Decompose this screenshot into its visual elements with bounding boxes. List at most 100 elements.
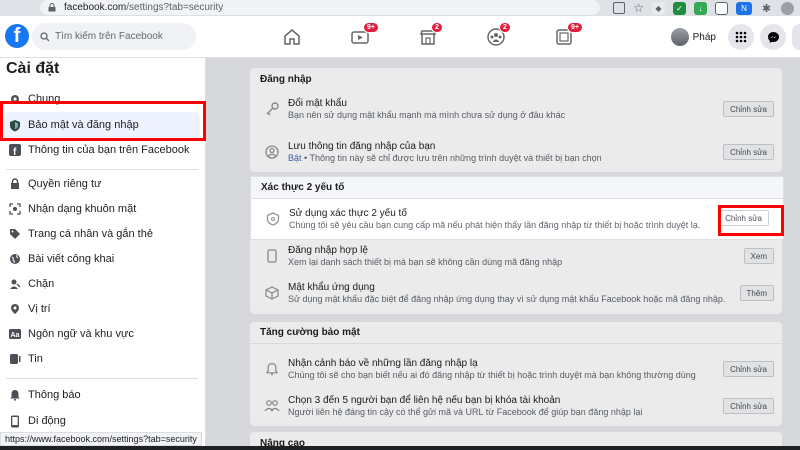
url-path: /settings?tab=security	[126, 2, 224, 13]
extension-icon-puzzle[interactable]: ✱	[760, 2, 773, 15]
row-authorized-logins[interactable]: Đăng nhập hợp lệ Xem lại danh sách thiết…	[250, 237, 782, 274]
row-use-2fa-highlight[interactable]: Sử dụng xác thực 2 yếu tố Chúng tôi sẽ y…	[251, 199, 783, 238]
face-icon	[8, 202, 22, 216]
row-save-login[interactable]: Lưu thông tin đăng nhập của bạn Bật • Th…	[250, 133, 782, 170]
notifications-button[interactable]	[792, 24, 800, 50]
highlight-box-edit-2fa	[718, 205, 784, 236]
extension-icon-new[interactable]: N	[736, 1, 752, 15]
row-title: Chọn 3 đến 5 người bạn để liên hệ nếu bạ…	[288, 394, 561, 406]
sidebar-item-language[interactable]: Aa Ngôn ngữ và khu vực	[4, 322, 200, 346]
gaming-badge: 9+	[567, 22, 583, 33]
sidebar-item-mobile[interactable]: Di động	[4, 409, 200, 433]
view-button[interactable]: Xem	[743, 248, 774, 264]
extension-icon-download[interactable]: ↓	[694, 1, 707, 15]
profile-button[interactable]: Pháp	[669, 26, 722, 48]
mobile-icon	[8, 414, 22, 428]
sidebar-item-label: Nhận dạng khuôn mặt	[28, 203, 137, 215]
row-title: Lưu thông tin đăng nhập của bạn	[288, 140, 436, 152]
profile-name: Pháp	[692, 31, 716, 43]
edit-button[interactable]: Chỉnh sửa	[723, 144, 774, 160]
row-description: Bạn nên sử dụng mật khẩu mạnh mà mình ch…	[288, 109, 566, 120]
login-section: Đăng nhập Đổi mật khẩu Bạn nên sử dụng m…	[250, 68, 782, 172]
star-icon[interactable]: ☆	[633, 1, 644, 15]
nav-gaming[interactable]: 9+	[530, 16, 598, 58]
edit-button[interactable]: Chỉnh sửa	[723, 361, 774, 377]
facebook-icon: f	[8, 143, 22, 157]
sidebar-title: Cài đặt	[6, 60, 60, 77]
facebook-header: f Tìm kiếm trên Facebook 9+ 2 2 9+ Pháp	[0, 16, 800, 58]
marketplace-badge: 2	[431, 22, 443, 33]
search-placeholder: Tìm kiếm trên Facebook	[55, 31, 163, 42]
tag-icon	[8, 227, 22, 241]
friends-icon	[262, 399, 282, 413]
sidebar-item-your-info[interactable]: f Thông tin của bạn trên Facebook	[4, 138, 200, 162]
status-url-tooltip: https://www.facebook.com/settings?tab=se…	[0, 432, 202, 446]
sidebar-item-label: Quyền riêng tư	[28, 178, 102, 190]
sidebar-item-label: Di động	[28, 415, 66, 427]
edit-button[interactable]: Chỉnh sửa	[723, 101, 774, 117]
bell-outline-icon	[262, 362, 282, 376]
nav-watch[interactable]: 9+	[326, 16, 394, 58]
sidebar-item-stories[interactable]: Tin	[4, 347, 200, 371]
key-icon	[262, 101, 282, 116]
nav-home[interactable]	[258, 16, 326, 58]
edit-button[interactable]: Chỉnh sửa	[723, 398, 774, 414]
search-input[interactable]: Tìm kiếm trên Facebook	[32, 23, 196, 50]
share-icon[interactable]	[613, 2, 626, 14]
lock-icon	[48, 3, 56, 12]
settings-content: Đăng nhập Đổi mật khẩu Bạn nên sử dụng m…	[206, 58, 800, 450]
extra-security-section: Tăng cường bảo mật Nhận cảnh báo về nhữn…	[250, 322, 782, 426]
sidebar-item-label: Chặn	[28, 278, 55, 290]
row-title: Đổi mật khẩu	[288, 97, 347, 109]
row-description: Chúng tôi sẽ yêu cầu bạn cung cấp mã nếu…	[289, 219, 701, 230]
extension-icon-card[interactable]	[715, 1, 728, 15]
svg-text:Aa: Aa	[11, 332, 20, 339]
section-title-extra: Tăng cường bảo mật	[250, 322, 782, 344]
sidebar-item-privacy[interactable]: Quyền riêng tư	[4, 172, 200, 196]
row-change-password[interactable]: Đổi mật khẩu Bạn nên sử dụng mật khẩu mạ…	[250, 90, 782, 127]
sidebar-item-label: Vị trí	[28, 303, 51, 315]
sidebar-item-face-recognition[interactable]: Nhận dạng khuôn mặt	[4, 197, 200, 221]
row-title: Nhận cảnh báo về những lần đăng nhập lạ	[288, 357, 478, 369]
grid-menu-icon	[735, 31, 747, 43]
messenger-button[interactable]	[760, 24, 786, 50]
language-icon: Aa	[8, 327, 22, 341]
profile-icon[interactable]	[781, 1, 794, 15]
row-title: Mật khẩu ứng dụng	[288, 281, 375, 293]
sidebar-item-label: Bài viết công khai	[28, 253, 115, 265]
sidebar-item-label: Trang cá nhân và gắn thẻ	[28, 228, 153, 240]
phone-icon	[262, 248, 282, 263]
row-description: Chúng tôi sẽ cho bạn biết nếu ai đó đăng…	[288, 369, 696, 380]
lock-icon	[8, 177, 22, 191]
url-host: facebook.com	[64, 2, 127, 13]
row-app-passwords[interactable]: Mật khẩu ứng dụng Sử dụng mật khẩu đặc b…	[250, 274, 782, 311]
sidebar-item-label: Thông tin của bạn trên Facebook	[28, 144, 190, 156]
stories-icon	[8, 352, 22, 366]
globe-icon	[8, 252, 22, 266]
add-button[interactable]: Thêm	[739, 285, 774, 301]
row-trusted-contacts[interactable]: Chọn 3 đến 5 người bạn để liên hệ nếu bạ…	[250, 387, 782, 424]
extension-icon-green[interactable]: ✓	[673, 1, 686, 15]
sidebar-item-public-posts[interactable]: Bài viết công khai	[4, 247, 200, 271]
facebook-logo-icon[interactable]: f	[5, 24, 29, 48]
row-description: • Thông tin này sẽ chỉ được lưu trên nhữ…	[301, 152, 602, 163]
avatar	[670, 28, 689, 46]
user-circle-icon	[262, 144, 282, 159]
nav-marketplace[interactable]: 2	[394, 16, 462, 58]
row-login-alerts[interactable]: Nhận cảnh báo về những lần đăng nhập lạ …	[250, 350, 782, 387]
nav-groups[interactable]: 2	[462, 16, 530, 58]
sidebar-item-label: Thông báo	[28, 389, 81, 401]
sidebar-item-blocking[interactable]: Chặn	[4, 272, 200, 296]
address-bar[interactable]: facebook.com/settings?tab=security	[40, 0, 600, 15]
home-icon	[284, 29, 300, 45]
sidebar-item-notifications[interactable]: Thông báo	[4, 383, 200, 407]
extension-icon-shield[interactable]: ◆	[652, 1, 665, 15]
sidebar-item-profile-tagging[interactable]: Trang cá nhân và gắn thẻ	[4, 222, 200, 246]
menu-button[interactable]	[728, 24, 754, 50]
search-icon	[40, 31, 50, 41]
sidebar-item-location[interactable]: Vị trí	[4, 297, 200, 321]
browser-toolbar: facebook.com/settings?tab=security ☆ ◆ ✓…	[0, 0, 800, 16]
status-on: Bật	[288, 152, 302, 163]
sidebar-divider	[6, 378, 198, 379]
taskbar-edge	[0, 446, 800, 450]
